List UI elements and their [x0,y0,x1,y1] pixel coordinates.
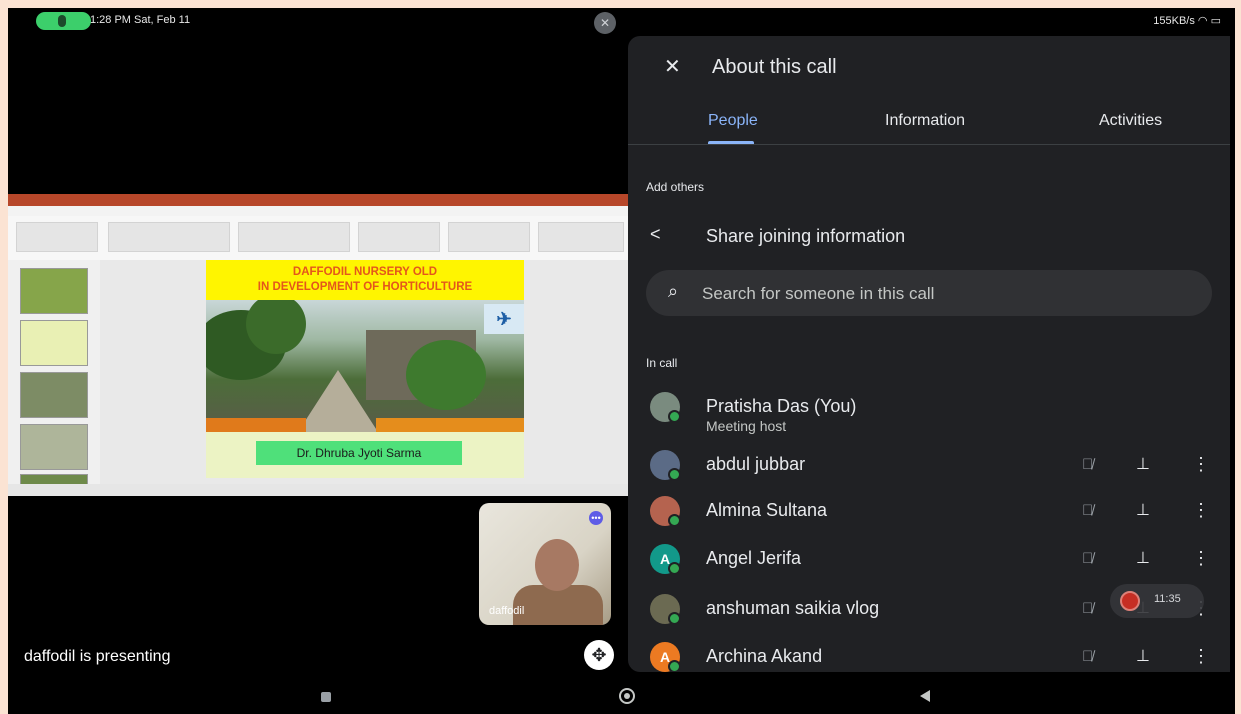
more-options-icon[interactable]: ⋮ [1192,454,1210,475]
avatar: A [650,544,681,575]
about-call-panel: ✕ About this call People Information Act… [628,36,1230,672]
avatar [650,496,681,527]
slide-title-line1: DAFFODIL NURSERY OLD [292,266,438,278]
mic-off-icon: 🎙̸ [1082,456,1094,473]
slide-author: Dr. Dhruba Jyoti Sarma [256,441,462,465]
network-speed-label: 155KB/s [1153,15,1195,27]
slide-canvas: DAFFODIL NURSERY OLD IN DEVELOPMENT OF H… [100,260,630,484]
slide-title-line2: IN DEVELOPMENT OF HORTICULTURE [257,281,473,293]
screen-recorder-bubble[interactable]: 11:35 [1110,584,1204,618]
home-icon[interactable] [619,688,635,704]
tile-options-icon[interactable]: ••• [589,511,603,525]
share-joining-info-button[interactable]: < Share joining information [628,212,1230,258]
share-label: Share joining information [706,226,906,246]
mic-off-icon: 🎙̸ [1082,550,1094,567]
participant-name: Pratisha Das (You) [706,396,857,416]
self-view-tile[interactable]: ••• daffodil [479,503,611,625]
bird-logo-icon: ✈ [484,304,524,334]
mic-off-icon: 🎙̸ [1082,648,1094,665]
pin-icon[interactable]: ⊥ [1136,500,1150,520]
shared-screen: DAFFODIL NURSERY OLD IN DEVELOPMENT OF H… [8,194,630,496]
add-others-label: Add others [646,180,705,194]
nursery-photo: ✈ [206,300,524,432]
search-input[interactable]: ⌕ Search for someone in this call [646,270,1212,316]
pin-icon[interactable]: ⊥ [1136,454,1150,474]
present-controls-button[interactable]: ✥ [584,640,614,670]
avatar [650,392,681,423]
close-icon[interactable]: ✕ [664,54,681,79]
avatar [650,594,681,625]
participant-name: Almina Sultana [706,500,828,520]
participant-row[interactable]: Almina Sultana 🎙̸ ⊥ ⋮ [628,488,1230,534]
panel-header: ✕ About this call [628,36,1230,84]
tablet-screen: 1:28 PM Sat, Feb 11 155KB/s ◠ ▭ ✕ DAFFOD… [8,8,1235,714]
pin-icon[interactable]: ⊥ [1136,646,1150,666]
tab-information[interactable]: Information [885,112,965,130]
panel-title: About this call [712,56,837,78]
more-options-icon[interactable]: ⋮ [1192,500,1210,521]
search-icon: ⌕ [668,281,679,301]
panel-tabs: People Information Activities [628,98,1230,145]
participant-row[interactable]: abdul jubbar 🎙̸ ⊥ ⋮ [628,442,1230,488]
mic-icon [58,15,66,27]
pin-icon[interactable]: ⊥ [1136,548,1150,568]
slide-thumbnail [20,320,88,366]
presentation-statusbar [8,484,630,496]
recording-time: 11:35 [1154,593,1181,605]
tab-activities[interactable]: Activities [1099,112,1162,130]
avatar: A [650,642,681,672]
presentation-ribbon [8,216,630,261]
mic-off-icon: 🎙̸ [1082,600,1094,617]
self-view-name: daffodil [489,605,525,617]
current-slide: DAFFODIL NURSERY OLD IN DEVELOPMENT OF H… [206,260,524,478]
participant-row[interactable]: Pratisha Das (You) Meeting host [628,384,1230,434]
participant-name: Archina Akand [706,646,823,666]
slide-title: DAFFODIL NURSERY OLD IN DEVELOPMENT OF H… [206,260,524,300]
mic-off-icon: 🎙̸ [1082,502,1094,519]
more-options-icon[interactable]: ⋮ [1192,548,1210,569]
participant-role: Meeting host [706,418,787,434]
status-time-date: 1:28 PM Sat, Feb 11 [90,14,191,26]
more-options-icon[interactable]: ⋮ [1192,646,1210,667]
network-speed: 155KB/s ◠ ▭ [1153,14,1221,27]
in-call-label: In call [646,356,678,370]
participant-row[interactable]: A Angel Jerifa 🎙̸ ⊥ ⋮ [628,536,1230,582]
presentation-titlebar [8,194,630,206]
participant-name: anshuman saikia vlog [706,598,880,618]
mic-status-pill [36,12,91,30]
share-icon: < [650,224,661,244]
presenting-label: daffodil is presenting [24,648,171,665]
participant-row[interactable]: A Archina Akand 🎙̸ ⊥ ⋮ [628,634,1230,672]
record-icon[interactable] [1120,591,1140,611]
battery-icon: ▭ [1210,15,1221,27]
mic-off-icon[interactable]: ✕ [594,12,616,34]
slide-thumbnail [20,424,88,470]
participant-name: Angel Jerifa [706,548,802,568]
active-tab-indicator [708,141,754,144]
navigation-bar [8,678,1235,714]
back-icon[interactable] [920,690,930,702]
wifi-icon: ◠ [1197,15,1208,27]
recents-icon[interactable] [321,692,331,702]
tab-people[interactable]: People [708,112,758,130]
slide-thumbnail [20,268,88,314]
avatar [650,450,681,481]
participant-name: abdul jubbar [706,454,806,474]
slide-thumbnail [20,372,88,418]
search-placeholder: Search for someone in this call [702,284,935,303]
slide-thumbnails [8,260,101,486]
